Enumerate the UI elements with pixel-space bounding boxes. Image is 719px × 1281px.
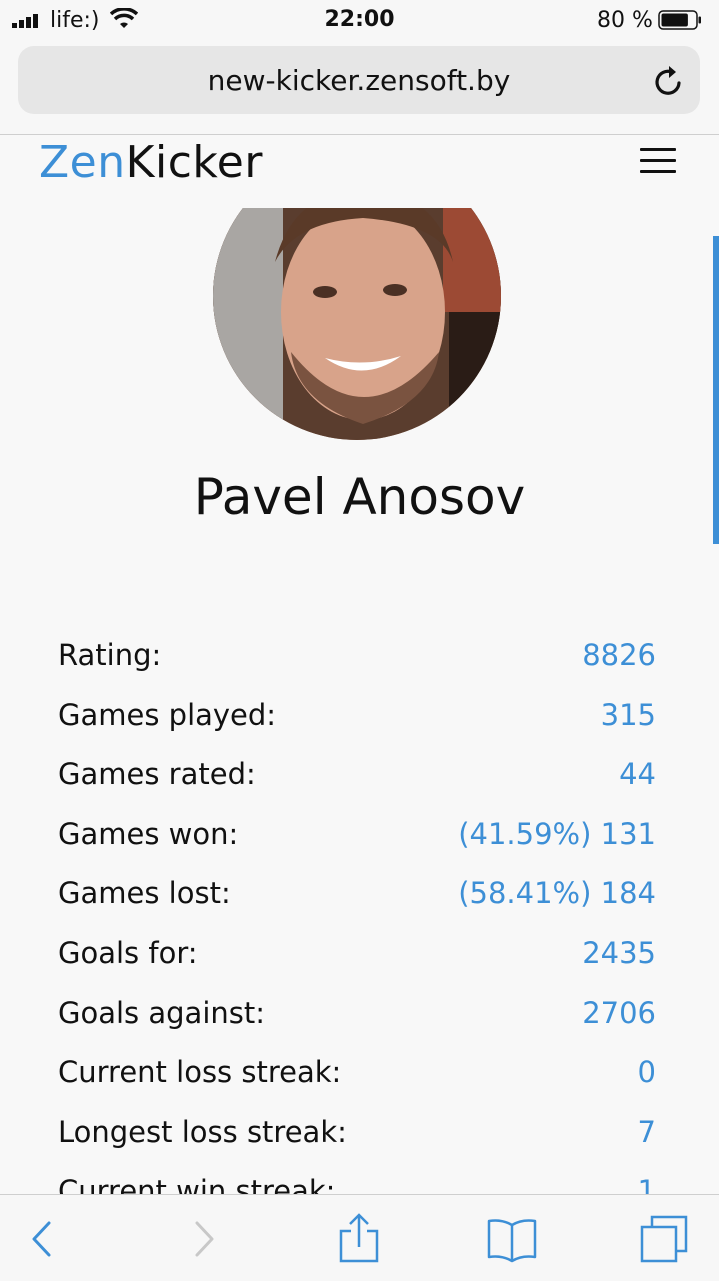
site-header: ZenKicker	[0, 135, 719, 207]
address-bar[interactable]: new-kicker.zensoft.by	[18, 46, 700, 114]
menu-line	[640, 148, 676, 151]
logo-kicker: Kicker	[125, 137, 263, 188]
tabs-button[interactable]	[638, 1213, 690, 1265]
stat-value: 315	[600, 697, 656, 732]
stat-row-rating: Rating: 8826	[58, 630, 656, 690]
share-icon	[339, 1213, 379, 1263]
stat-value: (58.41%) 184	[458, 876, 656, 911]
hamburger-menu-icon[interactable]	[640, 148, 676, 176]
book-icon	[487, 1219, 537, 1263]
tabs-icon	[640, 1215, 688, 1263]
reload-icon[interactable]	[652, 63, 686, 99]
back-button[interactable]	[16, 1213, 68, 1265]
logo-zen: Zen	[39, 137, 126, 188]
stat-row-games-lost: Games lost: (58.41%) 184	[58, 868, 656, 928]
stat-value: 7	[637, 1114, 656, 1149]
stat-value: 0	[637, 1055, 656, 1090]
avatar-container	[213, 208, 501, 440]
stat-row-games-played: Games played: 315	[58, 690, 656, 750]
share-button[interactable]	[333, 1213, 385, 1265]
stat-row-longest-loss-streak: Longest loss streak: 7	[58, 1107, 656, 1167]
forward-button[interactable]	[178, 1213, 230, 1265]
stat-value: (41.59%) 131	[458, 816, 656, 851]
chevron-left-icon	[32, 1221, 51, 1257]
stat-label: Current loss streak:	[58, 1055, 342, 1090]
stat-row-games-rated: Games rated: 44	[58, 749, 656, 809]
stat-value: 2435	[582, 935, 656, 970]
stat-row-goals-for: Goals for: 2435	[58, 928, 656, 988]
url-text[interactable]: new-kicker.zensoft.by	[18, 64, 700, 97]
stat-label: Games won:	[58, 816, 239, 851]
stat-label: Goals against:	[58, 995, 266, 1030]
stat-value: 2706	[582, 995, 656, 1030]
stat-row-current-loss-streak: Current loss streak: 0	[58, 1047, 656, 1107]
browser-toolbar	[0, 1194, 719, 1281]
menu-line	[640, 170, 676, 173]
menu-line	[640, 159, 676, 162]
browser-address-area: new-kicker.zensoft.by	[0, 40, 719, 135]
avatar-photo	[213, 208, 501, 440]
status-bar: life:) 22:00 80 %	[0, 0, 719, 40]
player-stats: Rating: 8826 Games played: 315 Games rat…	[58, 630, 656, 1226]
stat-row-goals-against: Goals against: 2706	[58, 988, 656, 1048]
player-name: Pavel Anosov	[193, 468, 526, 526]
battery-percentage: 80 %	[597, 8, 653, 33]
stat-label: Games rated:	[58, 757, 256, 792]
stat-row-games-won: Games won: (41.59%) 131	[58, 809, 656, 869]
stat-label: Games lost:	[58, 876, 231, 911]
stat-value: 44	[619, 757, 656, 792]
site-logo[interactable]: ZenKicker	[39, 137, 263, 188]
chevron-right-icon	[195, 1221, 214, 1257]
avatar	[213, 208, 501, 440]
stat-value: 8826	[582, 638, 656, 672]
stat-label: Games played:	[58, 697, 277, 732]
stat-label: Rating:	[58, 638, 162, 672]
battery-icon	[658, 10, 701, 30]
stat-label: Goals for:	[58, 935, 198, 970]
bookmarks-button[interactable]	[486, 1213, 538, 1265]
stat-label: Longest loss streak:	[58, 1114, 347, 1149]
